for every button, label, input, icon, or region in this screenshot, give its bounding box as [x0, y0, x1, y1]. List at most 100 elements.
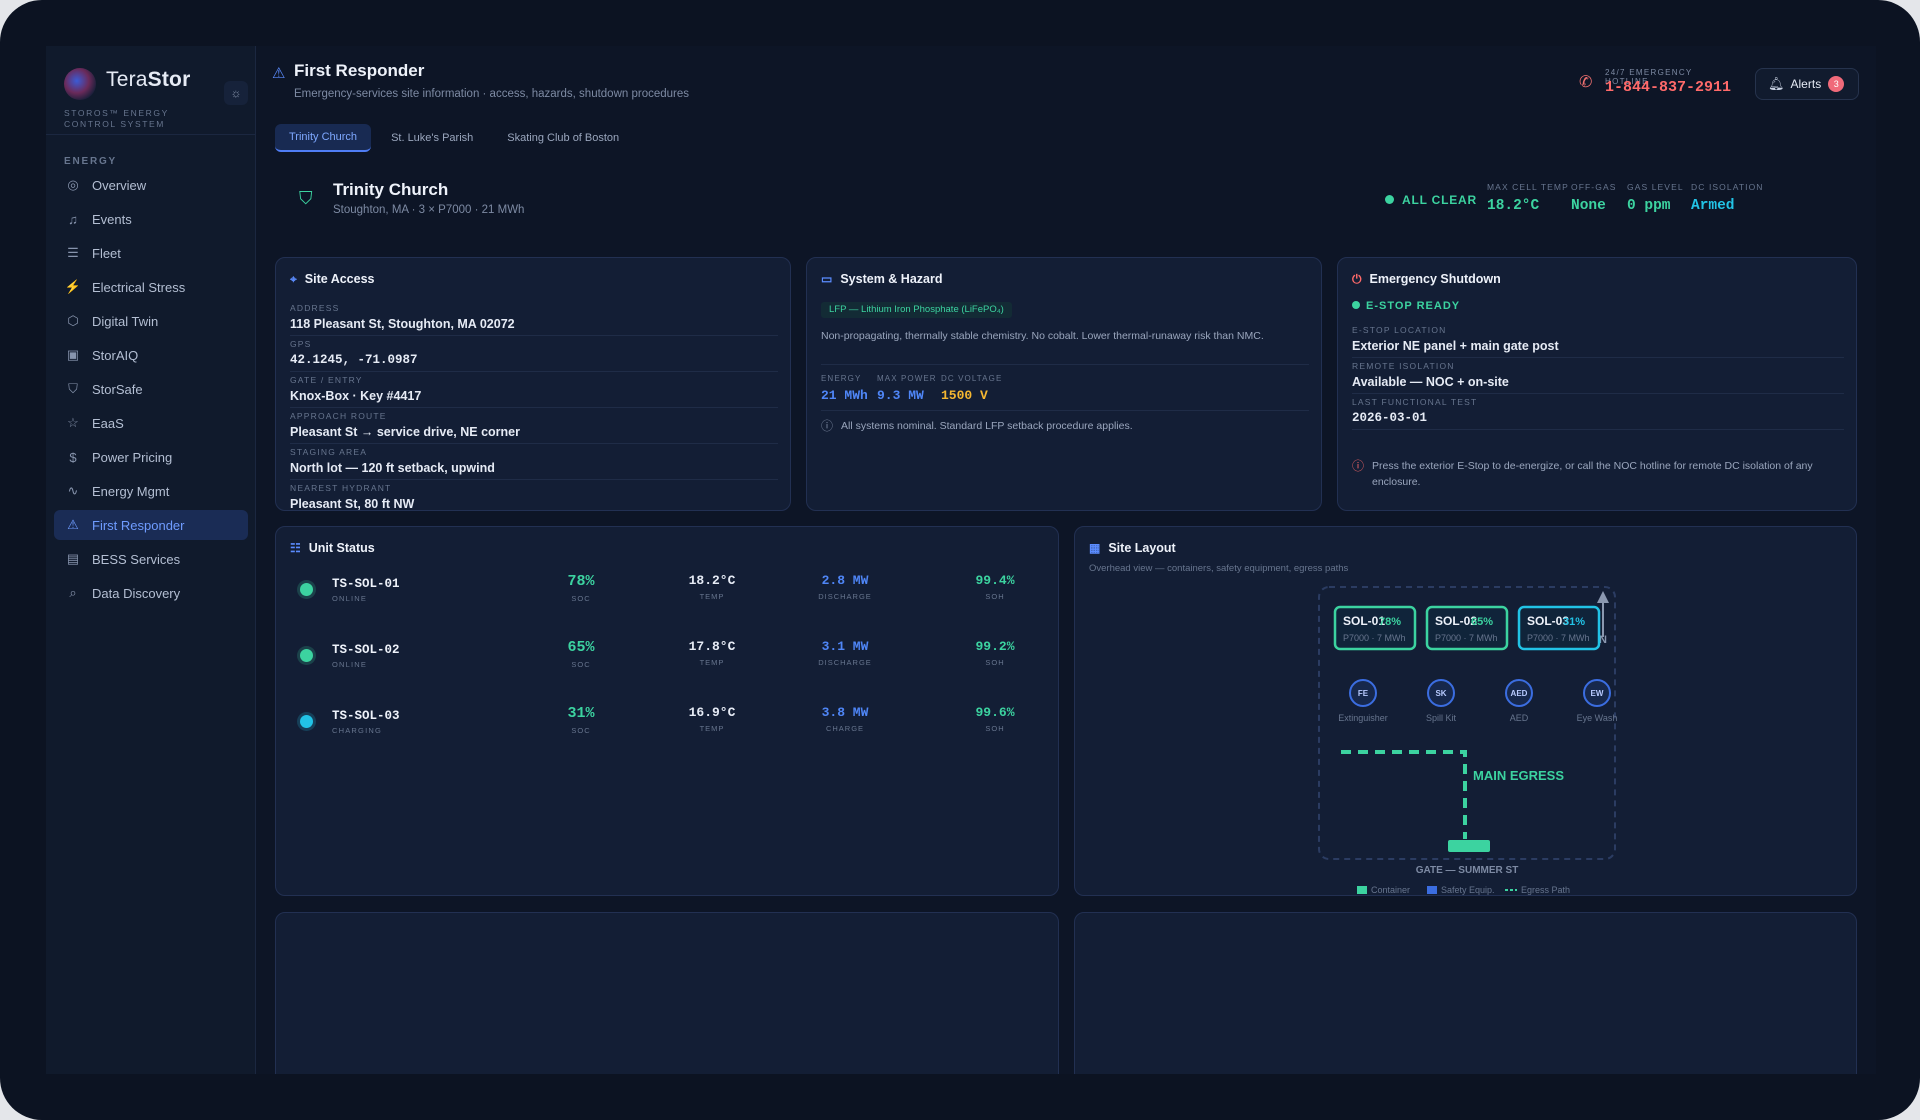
- field-label: REMOTE ISOLATION: [1352, 361, 1455, 371]
- field-label: STAGING AREA: [290, 447, 368, 457]
- alerts-button[interactable]: 🔔︎ Alerts 3: [1755, 68, 1859, 100]
- equipment-aed[interactable]: AED AED: [1505, 679, 1533, 723]
- unit-soc-label: SOC: [571, 594, 591, 603]
- access-field: APPROACH ROUTE Pleasant St → service driv…: [290, 408, 778, 444]
- equipment-label: Extinguisher: [1338, 713, 1388, 723]
- chemistry-description: Non-propagating, thermally stable chemis…: [821, 330, 1264, 342]
- equipment-code: SK: [1435, 689, 1446, 698]
- access-field: ADDRESS 118 Pleasant St, Stoughton, MA 02…: [290, 300, 778, 336]
- sidebar-item-eaas[interactable]: ☆ EaaS: [54, 408, 248, 438]
- sidebar-item-data-discovery[interactable]: ⌕ Data Discovery: [54, 578, 248, 608]
- status-dot: [1385, 195, 1394, 204]
- site-tabs: Trinity Church St. Luke's Parish Skating C…: [275, 124, 633, 152]
- sidebar-item-first-responder[interactable]: ⚠ First Responder: [54, 510, 248, 540]
- metric-label: MAX CELL TEMP: [1487, 182, 1569, 192]
- battery-info-card: [1074, 912, 1857, 1074]
- unit-row[interactable]: TS-SOL-03 CHARGING 31% SOC 16.9°C TEMP 3.8 MW C…: [290, 701, 1050, 751]
- emergency-hotline[interactable]: ✆ 24/7 EMERGENCY HOTLINE 1-844-837-2911: [1579, 68, 1739, 100]
- sidebar-item-storsafe[interactable]: ⛉ StorSafe: [54, 374, 248, 404]
- hazard-metric: ENERGY 21 MWh: [821, 374, 868, 403]
- north-arrow-head: [1597, 591, 1609, 603]
- sidebar-item-label: EaaS: [92, 415, 124, 431]
- unit-temp-value: 18.2°C: [688, 573, 736, 588]
- legend-container: Container: [1371, 885, 1410, 895]
- container-sol-01[interactable]: SOL-0178%P7000 · 7 MWh: [1333, 605, 1417, 651]
- sidebar-item-events[interactable]: ♫ Events: [54, 204, 248, 234]
- site-layout-map: N SOL-0178%P7000 · 7 MWhSOL-0265%P7000 ·…: [1318, 586, 1618, 895]
- unit-power: 2.8 MW DISCHARGE: [800, 573, 890, 601]
- tab-trinity-church[interactable]: Trinity Church: [275, 124, 372, 152]
- sidebar-item-fleet[interactable]: ☰ Fleet: [54, 238, 248, 268]
- site-metric: DC ISOLATION Armed: [1691, 182, 1764, 214]
- status-dot: [1352, 301, 1360, 309]
- sidebar-nav: ◎ Overview ♫ Events ☰ Fleet ⚡ Electrical Stress…: [54, 170, 248, 612]
- access-field: GATE / ENTRY Knox-Box · Key #4417: [290, 372, 778, 408]
- page-title: First Responder: [294, 61, 425, 80]
- unit-id: TS-SOL-01: [332, 577, 400, 591]
- field-label: ADDRESS: [290, 303, 340, 313]
- unit-row[interactable]: TS-SOL-02 ONLINE 65% SOC 17.8°C TEMP 3.1 MW DIS…: [290, 635, 1050, 685]
- sidebar-item-bess-services[interactable]: ▤ BESS Services: [54, 544, 248, 574]
- hazard-metric: DC VOLTAGE 1500 V: [941, 374, 1002, 403]
- access-field: NEAREST HYDRANT Pleasant St, 80 ft NW: [290, 480, 778, 510]
- gas-detection-card: [275, 912, 1059, 1074]
- page-subtitle: Emergency-services site information · ac…: [294, 88, 690, 100]
- tab-st-luke-s-parish[interactable]: St. Luke's Parish: [377, 124, 487, 152]
- field-label: GPS: [290, 339, 312, 349]
- site-description: Stoughton, MA · 3 × P7000 · 21 MWh: [333, 204, 525, 216]
- unit-temp: 16.9°C TEMP: [667, 705, 757, 733]
- site-metric: MAX CELL TEMP 18.2°C: [1487, 182, 1569, 214]
- equipment-label: Eye Wash: [1577, 713, 1618, 723]
- site-name: Trinity Church: [333, 180, 449, 199]
- info-icon: ⓘ: [821, 419, 834, 433]
- hotline-number[interactable]: 1-844-837-2911: [1605, 79, 1731, 96]
- unit-power-value: 2.8 MW: [821, 573, 869, 588]
- nav-section-label: ENERGY: [64, 156, 118, 167]
- sidebar-item-electrical-stress[interactable]: ⚡ Electrical Stress: [54, 272, 248, 302]
- metric-label: ENERGY: [821, 374, 862, 383]
- pulse-icon: ∿: [67, 483, 79, 498]
- container-sol-02[interactable]: SOL-0265%P7000 · 7 MWh: [1425, 605, 1509, 651]
- metric-value: 9.3 MW: [877, 388, 924, 403]
- container-model: P7000 · 7 MWh: [1435, 633, 1498, 643]
- sidebar-item-power-pricing[interactable]: $ Power Pricing: [54, 442, 248, 472]
- site-metric: OFF-GAS None: [1571, 182, 1616, 214]
- divider: [821, 364, 1309, 365]
- equipment-fe[interactable]: FE Extinguisher: [1338, 679, 1388, 723]
- unit-status: ONLINE: [332, 594, 368, 603]
- metric-value: 1500 V: [941, 388, 988, 403]
- field-value: Pleasant St → service drive, NE corner: [290, 425, 520, 439]
- equipment-sk[interactable]: SK Spill Kit: [1426, 679, 1457, 723]
- tab-skating-club-of-boston[interactable]: Skating Club of Boston: [493, 124, 633, 152]
- container-model: P7000 · 7 MWh: [1527, 633, 1590, 643]
- field-value: Exterior NE panel + main gate post: [1352, 339, 1559, 353]
- unit-soh: 99.4% SOH: [950, 573, 1040, 601]
- sidebar-item-storaiq[interactable]: ▣ StorAIQ: [54, 340, 248, 370]
- gate-marker: [1448, 840, 1490, 852]
- legend-swatch-safety: [1427, 886, 1437, 894]
- app-screen: TeraStor STOROS™ ENERGY CONTROL SYSTEM ☼…: [46, 46, 1876, 1074]
- sidebar-item-label: Digital Twin: [92, 313, 159, 329]
- sidebar-item-energy-mgmt[interactable]: ∿ Energy Mgmt: [54, 476, 248, 506]
- card-title: ▭ System & Hazard: [821, 272, 943, 286]
- device-frame: TeraStor STOROS™ ENERGY CONTROL SYSTEM ☼…: [0, 0, 1920, 1120]
- cube-icon: ⬡: [67, 313, 79, 328]
- metric-value: 0 ppm: [1627, 198, 1671, 214]
- unit-row[interactable]: TS-SOL-01 ONLINE 78% SOC 18.2°C TEMP 2.8 MW DIS…: [290, 569, 1050, 619]
- unit-soh-label: SOH: [985, 592, 1005, 601]
- sidebar-item-overview[interactable]: ◎ Overview: [54, 170, 248, 200]
- equipment-ew[interactable]: EW Eye Wash: [1577, 679, 1618, 723]
- container-sol-03[interactable]: SOL-0331%P7000 · 7 MWh: [1517, 605, 1601, 651]
- theme-toggle-button[interactable]: ☼: [224, 81, 248, 105]
- power-icon: ⏻: [1352, 272, 1362, 286]
- field-label: LAST FUNCTIONAL TEST: [1352, 397, 1478, 407]
- sidebar-item-label: Energy Mgmt: [92, 483, 170, 499]
- field-value: 42.1245, -71.0987: [290, 353, 418, 367]
- field-label: GATE / ENTRY: [290, 375, 363, 385]
- sidebar-item-digital-twin[interactable]: ⬡ Digital Twin: [54, 306, 248, 336]
- unit-soh-label: SOH: [985, 724, 1005, 733]
- metric-value: 18.2°C: [1487, 198, 1540, 214]
- star-icon: ☆: [67, 415, 79, 430]
- legend-safety: Safety Equip.: [1441, 885, 1495, 895]
- alerts-label: Alerts: [1790, 77, 1822, 91]
